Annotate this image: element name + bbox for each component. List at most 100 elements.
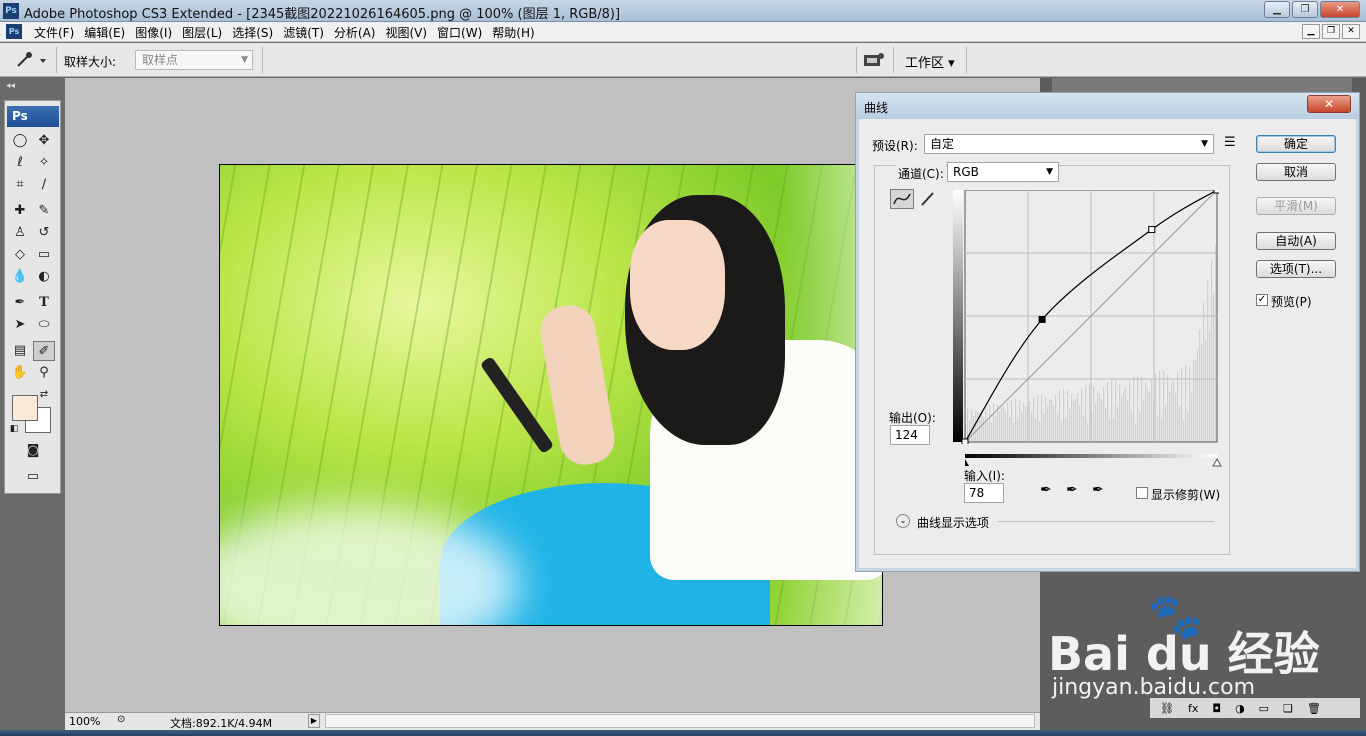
workspace-menu-button[interactable]: 工作区 ▾ — [905, 52, 955, 71]
curve-graph[interactable] — [953, 190, 1219, 444]
output-field[interactable]: 124 — [890, 425, 930, 445]
go-to-bridge-button[interactable] — [862, 51, 886, 69]
swap-colors-icon[interactable]: ⇄ — [37, 385, 51, 405]
dodge-tool-icon[interactable]: ◐ — [33, 267, 55, 287]
dialog-close-button[interactable]: ✕ — [1307, 95, 1351, 113]
menu-file[interactable]: 文件(F) — [29, 24, 79, 41]
ok-button[interactable]: 确定 — [1256, 135, 1336, 153]
input-gradient-bar — [965, 454, 1222, 467]
white-point-eyedropper-icon[interactable]: ✒ — [1092, 482, 1104, 498]
maximize-button[interactable]: ❐ — [1292, 1, 1318, 18]
menu-help[interactable]: 帮助(H) — [487, 24, 539, 41]
collapse-panel-icon[interactable]: ◂◂ — [6, 81, 15, 91]
options-button[interactable]: 选项(T)... — [1256, 260, 1336, 278]
chevron-down-icon: ▼ — [241, 55, 248, 65]
ellipse-shape-tool-icon[interactable]: ⬭ — [33, 315, 55, 335]
channel-select[interactable]: RGB ▼ — [947, 162, 1059, 182]
menu-analysis[interactable]: 分析(A) — [329, 24, 381, 41]
auto-button[interactable]: 自动(A) — [1256, 232, 1336, 250]
curve-control-point[interactable] — [1148, 226, 1156, 234]
brush-tool-icon[interactable]: ✎ — [33, 201, 55, 221]
white-input-slider[interactable] — [1212, 457, 1222, 467]
preset-label: 预设(R): — [872, 139, 918, 153]
history-brush-tool-icon[interactable]: ↺ — [33, 223, 55, 243]
zoom-tool-icon[interactable]: ⚲ — [33, 363, 55, 383]
show-clipping-checkbox[interactable] — [1136, 487, 1148, 499]
title-bar: Ps Adobe Photoshop CS3 Extended - [2345截… — [0, 0, 1366, 22]
menu-list: 文件(F) 编辑(E) 图像(I) 图层(L) 选择(S) 滤镜(T) 分析(A… — [29, 24, 540, 41]
clone-stamp-tool-icon[interactable]: ♙ — [9, 223, 31, 243]
eraser-tool-icon[interactable]: ◇ — [9, 245, 31, 265]
expand-options-icon[interactable]: ⌄ — [896, 514, 910, 528]
preset-options-icon[interactable]: ☰ — [1224, 135, 1236, 150]
type-tool-icon[interactable]: T — [33, 293, 55, 313]
notes-tool-icon[interactable]: ▤ — [9, 341, 31, 361]
gray-point-eyedropper-icon[interactable]: ✒ — [1066, 482, 1078, 498]
sample-size-select[interactable]: 取样点 ▼ — [135, 50, 253, 70]
menu-filter[interactable]: 滤镜(T) — [278, 24, 329, 41]
options-divider — [998, 521, 1214, 522]
delete-layer-icon[interactable]: 🗑 — [1307, 702, 1321, 715]
status-bar: 100% ⊙ 文档:892.1K/4.94M ▶ — [65, 712, 1040, 730]
eyedropper-tool-icon[interactable]: ✐ — [33, 341, 55, 361]
crop-tool-icon[interactable]: ⌗ — [9, 175, 31, 195]
doc-minimize-button[interactable]: ▁ — [1302, 24, 1320, 39]
minimize-button[interactable]: ▁ — [1264, 1, 1290, 18]
black-input-slider[interactable] — [965, 459, 969, 466]
layer-style-icon[interactable]: fx — [1188, 702, 1198, 715]
marquee-tool-icon[interactable]: ◯ — [9, 131, 31, 151]
document-image[interactable] — [219, 164, 883, 626]
path-selection-tool-icon[interactable]: ➤ — [9, 315, 31, 335]
curve-display-options-label[interactable]: 曲线显示选项 — [917, 514, 989, 531]
chevron-down-icon: ▼ — [1046, 167, 1053, 177]
menu-layer[interactable]: 图层(L) — [177, 24, 227, 41]
doc-restore-button[interactable]: ❐ — [1322, 24, 1340, 39]
gradient-tool-icon[interactable]: ▭ — [33, 245, 55, 265]
preset-select[interactable]: 自定 ▼ — [924, 134, 1214, 154]
move-tool-icon[interactable]: ✥ — [33, 131, 55, 151]
status-info-menu-button[interactable]: ▶ — [308, 714, 320, 728]
menu-view[interactable]: 视图(V) — [380, 24, 432, 41]
magic-wand-tool-icon[interactable]: ✧ — [33, 153, 55, 173]
menu-image[interactable]: 图像(I) — [130, 24, 177, 41]
pen-tool-icon[interactable]: ✒ — [9, 293, 31, 313]
curve-control-point[interactable] — [1038, 315, 1046, 323]
lasso-tool-icon[interactable]: ℓ — [9, 153, 31, 173]
eyedropper-preset-picker[interactable] — [12, 50, 52, 70]
curve-edit-points-button[interactable] — [890, 189, 914, 209]
document-icon[interactable]: Ps — [6, 24, 22, 39]
blur-tool-icon[interactable]: 💧 — [9, 267, 31, 287]
layer-mask-icon[interactable]: ◘ — [1212, 702, 1221, 715]
black-point-eyedropper-icon[interactable]: ✒ — [1040, 482, 1052, 498]
new-group-icon[interactable]: ▭ — [1259, 702, 1269, 715]
horizontal-scrollbar[interactable] — [325, 714, 1035, 728]
healing-brush-tool-icon[interactable]: ✚ — [9, 201, 31, 221]
curve-control-point[interactable] — [961, 438, 969, 444]
options-separator — [56, 47, 57, 73]
toolbox: Ps ◯ ✥ ℓ ✧ ⌗ ∕ ✚ ✎ ♙ ↺ ◇ ▭ 💧 ◐ ✒ T ➤ ⬭ ▤… — [4, 100, 61, 494]
photoshop-logo: Ps — [7, 106, 59, 127]
link-layers-icon[interactable]: ⛓ — [1160, 702, 1174, 715]
slice-tool-icon[interactable]: ∕ — [33, 175, 55, 195]
quick-mask-icon[interactable]: ◙ — [21, 441, 45, 461]
curve-control-point[interactable] — [1213, 190, 1219, 194]
zoom-level[interactable]: 100% — [69, 715, 100, 728]
status-menu-icon[interactable]: ⊙ — [117, 714, 125, 725]
preview-checkbox[interactable]: ✓ — [1256, 294, 1268, 306]
cancel-button[interactable]: 取消 — [1256, 163, 1336, 181]
dialog-title-bar[interactable]: 曲线 ✕ — [856, 93, 1359, 119]
channel-value: RGB — [953, 165, 979, 179]
pencil-draw-button[interactable] — [918, 189, 938, 209]
adjustment-layer-icon[interactable]: ◑ — [1235, 702, 1245, 715]
new-layer-icon[interactable]: ❏ — [1283, 702, 1293, 715]
doc-close-button[interactable]: ✕ — [1342, 24, 1360, 39]
hand-tool-icon[interactable]: ✋ — [9, 363, 31, 383]
menu-edit[interactable]: 编辑(E) — [79, 24, 130, 41]
default-colors-icon[interactable]: ◧ — [7, 419, 21, 439]
close-button[interactable]: ✕ — [1320, 1, 1360, 18]
menu-select[interactable]: 选择(S) — [227, 24, 278, 41]
input-field[interactable]: 78 — [964, 483, 1004, 503]
screen-mode-icon[interactable]: ▭ — [21, 467, 45, 487]
menu-window[interactable]: 窗口(W) — [432, 24, 487, 41]
foreground-color-swatch[interactable] — [12, 395, 38, 421]
